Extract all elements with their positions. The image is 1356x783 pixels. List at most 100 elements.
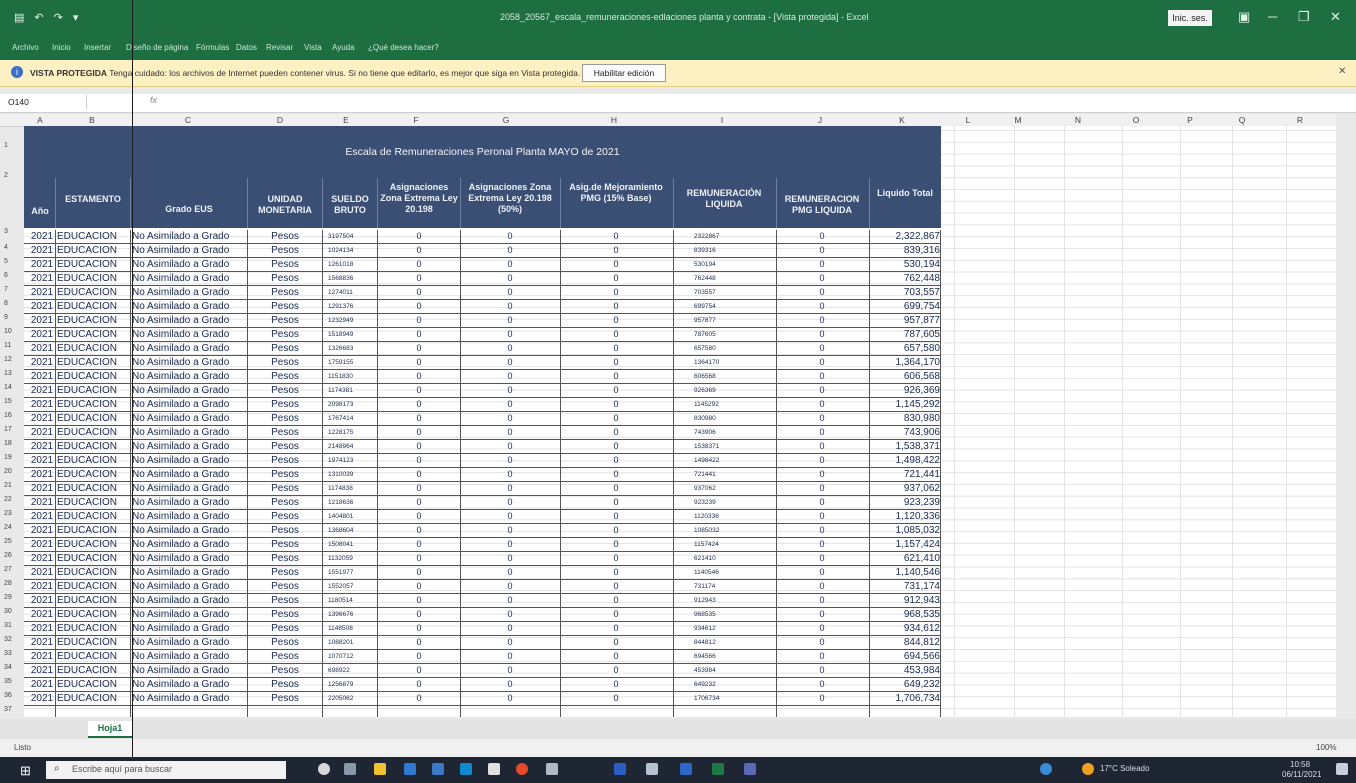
task-view-icon[interactable]	[344, 763, 356, 775]
ano-cell[interactable]: 2021	[28, 230, 56, 243]
unidad-cell[interactable]: Pesos	[249, 454, 321, 467]
liquido-total-cell[interactable]: 703,557	[870, 286, 940, 299]
row-header[interactable]: 25	[0, 538, 26, 545]
ano-cell[interactable]: 2021	[28, 440, 56, 453]
calculator-icon[interactable]	[646, 763, 658, 775]
grado-cell[interactable]: No Asimilado a Grado	[132, 524, 246, 537]
asig-zona-cell[interactable]: 0	[379, 510, 459, 523]
asig-pmg-cell[interactable]: 0	[561, 426, 671, 439]
grado-cell[interactable]: No Asimilado a Grado	[132, 496, 246, 509]
ano-cell[interactable]: 2021	[28, 384, 56, 397]
asig-pmg-cell[interactable]: 0	[561, 692, 671, 705]
ano-cell[interactable]: 2021	[28, 370, 56, 383]
asig-zona-50-cell[interactable]: 0	[462, 650, 558, 663]
remuneracion-pmg-cell[interactable]: 0	[777, 230, 867, 243]
grado-cell[interactable]: No Asimilado a Grado	[132, 384, 246, 397]
estamento-cell[interactable]: EDUCACION	[57, 412, 129, 425]
remuneracion-pmg-cell[interactable]: 0	[777, 594, 867, 607]
column-header[interactable]: M	[1008, 114, 1028, 126]
ano-cell[interactable]: 2021	[28, 496, 56, 509]
ano-cell[interactable]: 2021	[28, 580, 56, 593]
column-header[interactable]: F	[406, 114, 426, 126]
unidad-cell[interactable]: Pesos	[249, 314, 321, 327]
store-icon[interactable]	[460, 763, 472, 775]
asig-zona-50-cell[interactable]: 0	[462, 580, 558, 593]
row-header[interactable]: 24	[0, 524, 26, 531]
table-row[interactable]: 2021 EDUCACION No Asimilado a Grado Pesos 13…	[24, 608, 941, 622]
estamento-cell[interactable]: EDUCACION	[57, 258, 129, 271]
grado-cell[interactable]: No Asimilado a Grado	[132, 622, 246, 635]
tab-vista[interactable]: Vista	[304, 43, 322, 52]
ano-cell[interactable]: 2021	[28, 398, 56, 411]
estamento-cell[interactable]: EDUCACION	[57, 678, 129, 691]
asig-pmg-cell[interactable]: 0	[561, 636, 671, 649]
asig-pmg-cell[interactable]: 0	[561, 244, 671, 257]
asig-zona-cell[interactable]: 0	[379, 678, 459, 691]
liquido-total-cell[interactable]: 606,568	[870, 370, 940, 383]
ano-cell[interactable]: 2021	[28, 524, 56, 537]
table-row[interactable]: 2021 EDUCACION No Asimilado a Grado Pesos 21…	[24, 440, 941, 454]
row-header[interactable]: 3	[0, 228, 26, 235]
sueldo-cell[interactable]: 698922	[324, 664, 380, 677]
asig-zona-cell[interactable]: 0	[379, 524, 459, 537]
remuneracion-pmg-cell[interactable]: 0	[777, 426, 867, 439]
estamento-cell[interactable]: EDUCACION	[57, 524, 129, 537]
grado-cell[interactable]: No Asimilado a Grado	[132, 370, 246, 383]
clock-time[interactable]: 10:58	[1290, 760, 1310, 769]
redo-icon[interactable]: ↷	[54, 11, 63, 24]
asig-zona-50-cell[interactable]: 0	[462, 496, 558, 509]
liquido-total-cell[interactable]: 743,906	[870, 426, 940, 439]
estamento-cell[interactable]: EDUCACION	[57, 510, 129, 523]
sueldo-cell[interactable]: 1218636	[324, 496, 380, 509]
asig-pmg-cell[interactable]: 0	[561, 314, 671, 327]
asig-zona-50-cell[interactable]: 0	[462, 342, 558, 355]
remuneracion-pmg-cell[interactable]: 0	[777, 244, 867, 257]
unidad-cell[interactable]: Pesos	[249, 398, 321, 411]
app-icon[interactable]	[680, 763, 692, 775]
estamento-cell[interactable]: EDUCACION	[57, 272, 129, 285]
estamento-cell[interactable]: EDUCACION	[57, 664, 129, 677]
liquido-total-cell[interactable]: 934,612	[870, 622, 940, 635]
table-row[interactable]: 2021 EDUCACION No Asimilado a Grado Pesos 17…	[24, 356, 941, 370]
sueldo-cell[interactable]: 1151830	[324, 370, 380, 383]
table-row[interactable]: 2021 EDUCACION No Asimilado a Grado Pesos 12…	[24, 678, 941, 692]
remuneracion-pmg-cell[interactable]: 0	[777, 552, 867, 565]
header-estamento[interactable]: ESTAMENTO	[56, 194, 130, 205]
signin-button[interactable]: Inic. ses.	[1168, 10, 1212, 26]
grado-cell[interactable]: No Asimilado a Grado	[132, 482, 246, 495]
row-header[interactable]: 36	[0, 692, 26, 699]
remuneracion-pmg-cell[interactable]: 0	[777, 468, 867, 481]
estamento-cell[interactable]: EDUCACION	[57, 482, 129, 495]
asig-zona-cell[interactable]: 0	[379, 454, 459, 467]
liquido-total-cell[interactable]: 1,364,170	[870, 356, 941, 369]
estamento-cell[interactable]: EDUCACION	[57, 398, 129, 411]
grado-cell[interactable]: No Asimilado a Grado	[132, 678, 246, 691]
sueldo-cell[interactable]: 1180514	[324, 594, 380, 607]
asig-zona-50-cell[interactable]: 0	[462, 244, 558, 257]
row-header[interactable]: 11	[0, 342, 26, 349]
asig-zona-cell[interactable]: 0	[379, 552, 459, 565]
liquido-total-cell[interactable]: 830,980	[870, 412, 940, 425]
estamento-cell[interactable]: EDUCACION	[57, 426, 129, 439]
asig-pmg-cell[interactable]: 0	[561, 594, 671, 607]
sueldo-cell[interactable]: 1759155	[324, 356, 380, 369]
asig-zona-50-cell[interactable]: 0	[462, 482, 558, 495]
sueldo-cell[interactable]: 1256879	[324, 678, 380, 691]
row-header[interactable]: 33	[0, 650, 26, 657]
unidad-cell[interactable]: Pesos	[249, 692, 321, 705]
column-header[interactable]: I	[712, 114, 732, 126]
liquido-total-cell[interactable]: 923,239	[870, 496, 940, 509]
sueldo-cell[interactable]: 1326683	[324, 342, 380, 355]
sueldo-cell[interactable]: 1174838	[324, 482, 380, 495]
sueldo-cell[interactable]: 1404801	[324, 510, 380, 523]
row-header[interactable]: 16	[0, 412, 26, 419]
liquido-total-cell[interactable]: 657,580	[870, 342, 940, 355]
grado-cell[interactable]: No Asimilado a Grado	[132, 566, 246, 579]
minimize-icon[interactable]: ─	[1268, 9, 1277, 24]
remuneracion-pmg-cell[interactable]: 0	[777, 650, 867, 663]
unidad-cell[interactable]: Pesos	[249, 510, 321, 523]
sueldo-cell[interactable]: 1148508	[324, 622, 380, 635]
asig-pmg-cell[interactable]: 0	[561, 608, 671, 621]
liquido-total-cell[interactable]: 1,085,032	[870, 524, 941, 537]
remuneracion-pmg-cell[interactable]: 0	[777, 580, 867, 593]
